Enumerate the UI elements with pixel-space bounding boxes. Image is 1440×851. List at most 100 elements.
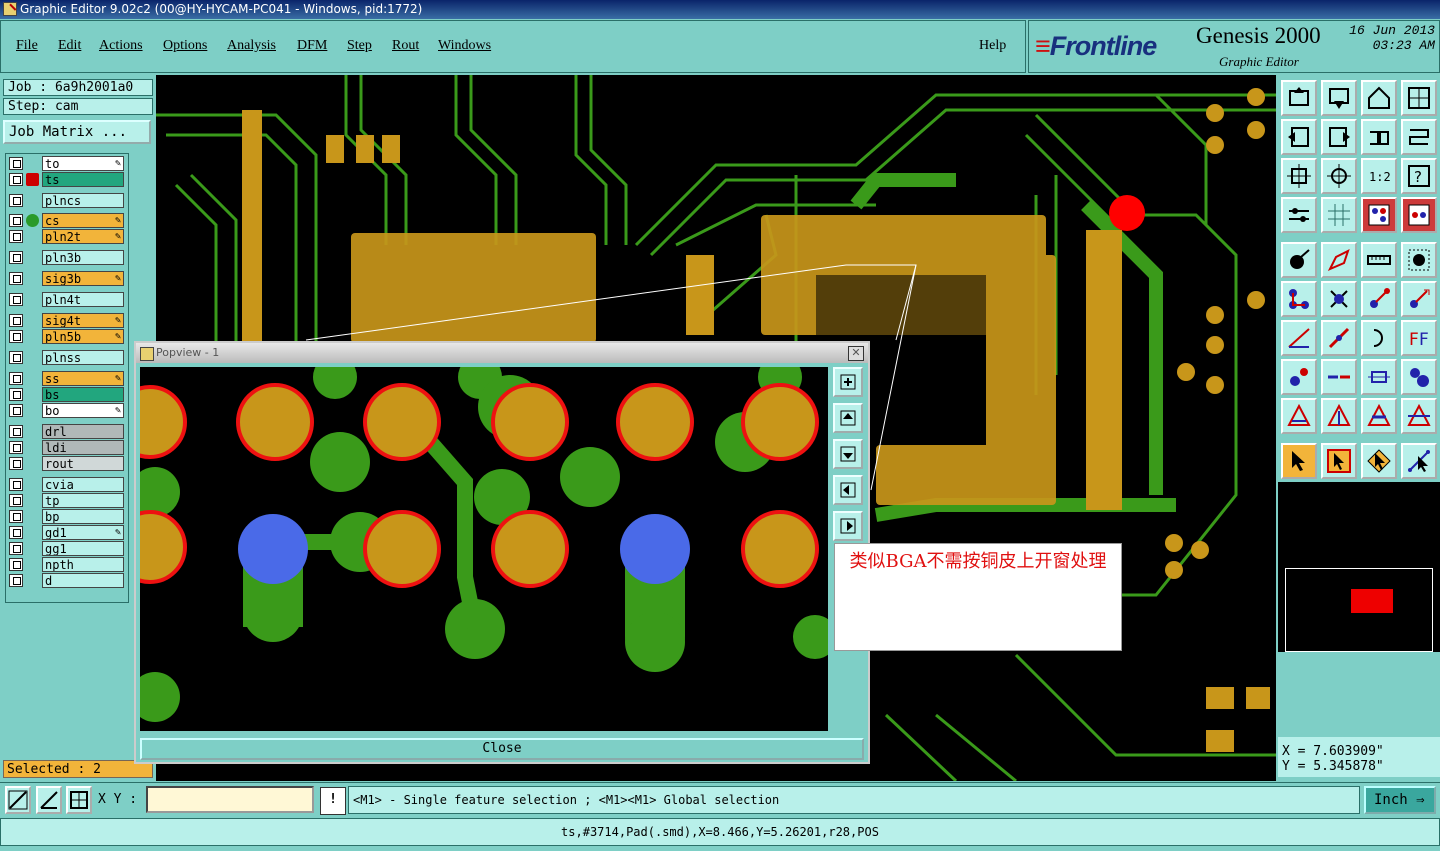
layer-name[interactable]: pln3b: [42, 250, 124, 265]
layer-row-bs[interactable]: bs: [9, 387, 127, 402]
layer-name[interactable]: pln5b ✎: [42, 329, 124, 344]
resize-icon[interactable]: [1361, 359, 1397, 395]
add-feature-icon[interactable]: [1281, 242, 1317, 278]
layer-checkbox[interactable]: [9, 542, 23, 555]
popview-pan-down-button[interactable]: [833, 439, 863, 469]
pad-shape-icon[interactable]: [1281, 359, 1317, 395]
layer-name[interactable]: bo ✎: [42, 403, 124, 418]
layer-name[interactable]: pln2t ✎: [42, 229, 124, 244]
display-settings-icon[interactable]: [1281, 197, 1317, 233]
triangle-blue-icon[interactable]: [1321, 398, 1357, 434]
popview-pan-up-button[interactable]: [833, 403, 863, 433]
layer-row-pln2t[interactable]: pln2t ✎: [9, 229, 127, 244]
layer-checkbox[interactable]: [9, 330, 23, 343]
layer-checkbox[interactable]: [9, 314, 23, 327]
pan-left-icon[interactable]: [1281, 119, 1317, 155]
zoom-fit-icon[interactable]: [1281, 158, 1317, 194]
layer-checkbox[interactable]: [9, 457, 23, 470]
menu-help[interactable]: Help: [979, 38, 1006, 54]
layer-checkbox[interactable]: [9, 293, 23, 306]
layer-row-rout[interactable]: rout: [9, 456, 127, 471]
layer-name[interactable]: ts: [42, 172, 124, 187]
add-surface-icon[interactable]: [1321, 242, 1357, 278]
snap-grid-icon[interactable]: [1401, 197, 1437, 233]
help-query-icon[interactable]: ?: [1401, 158, 1437, 194]
home-view-icon[interactable]: [1361, 80, 1397, 116]
redraw-icon[interactable]: [1401, 119, 1437, 155]
layer-name[interactable]: gg1: [42, 541, 124, 556]
menu-dfm[interactable]: DFM: [297, 38, 327, 54]
layer-row-bp[interactable]: bp: [9, 509, 127, 524]
layer-name[interactable]: gd1 ✎: [42, 525, 124, 540]
layer-checkbox[interactable]: [9, 351, 23, 364]
unit-selector[interactable]: Inch ⇒: [1364, 786, 1436, 814]
select-box-pointer-icon[interactable]: [1321, 443, 1357, 479]
zoom-center-icon[interactable]: [1321, 158, 1357, 194]
menu-options[interactable]: Options: [163, 38, 207, 54]
add-line-icon[interactable]: [1281, 320, 1317, 356]
menu-file[interactable]: File: [16, 38, 38, 54]
warning-icon[interactable]: !: [320, 787, 346, 815]
layer-checkbox[interactable]: [9, 194, 23, 207]
xy-coordinate-input[interactable]: [146, 786, 314, 813]
triangle-measure-icon[interactable]: [1361, 398, 1397, 434]
swap-view-icon[interactable]: [1361, 119, 1397, 155]
layer-checkbox[interactable]: [9, 441, 23, 454]
layer-checkbox[interactable]: [9, 425, 23, 438]
grid-icon[interactable]: [1321, 197, 1357, 233]
triangle-red-icon[interactable]: [1281, 398, 1317, 434]
zoom-1-to-2-icon[interactable]: 1:2: [1361, 158, 1397, 194]
menu-windows[interactable]: Windows: [438, 38, 491, 54]
layer-checkbox[interactable]: [9, 510, 23, 523]
grid-snap-icon[interactable]: [66, 786, 92, 814]
layer-name[interactable]: sig3b ✎: [42, 271, 124, 286]
popview-zoom-in-button[interactable]: [833, 367, 863, 397]
layer-row-gg1[interactable]: gg1: [9, 541, 127, 556]
layer-row-tp[interactable]: tp: [9, 493, 127, 508]
layer-checkbox[interactable]: [9, 494, 23, 507]
menu-step[interactable]: Step: [347, 38, 372, 54]
window-split-icon[interactable]: [1401, 80, 1437, 116]
layer-checkbox[interactable]: [9, 372, 23, 385]
job-matrix-button[interactable]: Job Matrix ...: [3, 120, 151, 144]
layer-row-pln3b[interactable]: pln3b: [9, 250, 127, 265]
connect-pads-icon[interactable]: [1281, 281, 1317, 317]
copy-feature-icon[interactable]: [1401, 281, 1437, 317]
layer-row-to[interactable]: to ✎: [9, 156, 127, 171]
layer-checkbox[interactable]: [9, 388, 23, 401]
layer-name[interactable]: bs: [42, 387, 124, 402]
layer-row-ts[interactable]: ts: [9, 172, 127, 187]
pan-right-icon[interactable]: [1321, 119, 1357, 155]
layer-checkbox[interactable]: [9, 251, 23, 264]
feature-group-icon[interactable]: [1401, 359, 1437, 395]
layer-name[interactable]: rout: [42, 456, 124, 471]
menu-edit[interactable]: Edit: [58, 38, 81, 54]
layer-checkbox[interactable]: [9, 173, 23, 186]
edit-line-icon[interactable]: [1321, 320, 1357, 356]
text-feature-icon[interactable]: FF: [1401, 320, 1437, 356]
layer-row-plncs[interactable]: plncs: [9, 193, 127, 208]
overview-map[interactable]: [1278, 482, 1440, 652]
popview-close-button[interactable]: Close: [140, 738, 864, 760]
snap-pads-icon[interactable]: [1361, 197, 1397, 233]
layer-name[interactable]: bp: [42, 509, 124, 524]
layer-name[interactable]: pln4t: [42, 292, 124, 307]
menu-actions[interactable]: Actions: [99, 38, 143, 54]
layer-name[interactable]: drl: [42, 424, 124, 439]
layer-name[interactable]: d: [42, 573, 124, 588]
layer-row-gd1[interactable]: gd1 ✎: [9, 525, 127, 540]
layer-name[interactable]: npth: [42, 557, 124, 572]
pan-down-icon[interactable]: [1321, 80, 1357, 116]
arc-icon[interactable]: [1361, 320, 1397, 356]
layer-row-npth[interactable]: npth: [9, 557, 127, 572]
menu-analysis[interactable]: Analysis: [227, 38, 276, 54]
popview-pan-right-button[interactable]: [833, 511, 863, 541]
layer-name[interactable]: to ✎: [42, 156, 124, 171]
layer-checkbox[interactable]: [9, 230, 23, 243]
layer-checkbox[interactable]: [9, 558, 23, 571]
layer-name[interactable]: tp: [42, 493, 124, 508]
layer-row-ss[interactable]: ss ✎: [9, 371, 127, 386]
layer-checkbox[interactable]: [9, 272, 23, 285]
layer-checkbox[interactable]: [9, 214, 23, 227]
layer-checkbox[interactable]: [9, 574, 23, 587]
